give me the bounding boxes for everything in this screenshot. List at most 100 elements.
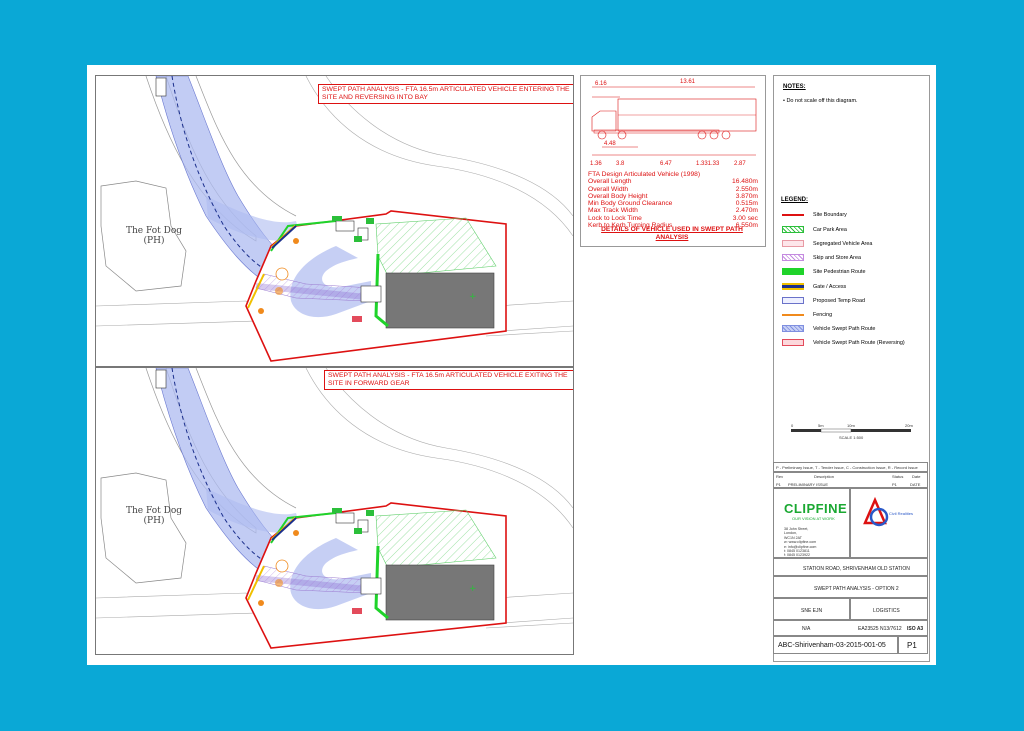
revision-key: P - Preliminary Issue, T - Tender Issue,… [776,465,918,470]
spec-label: Overall Body Height [588,192,648,200]
project-box: STATION ROAD, SHRIVENHAM OLD STATION [773,558,928,576]
site-plan-exiting: + SWEPT PATH ANALYSIS - FTA 16.5m ARTICU… [95,367,574,655]
scale-label: SCALE 1:500 [839,435,864,440]
legend-label: Site Pedestrian Route [813,269,866,275]
spec-value: 2.470m [735,207,758,215]
plan-title: SWEPT PATH ANALYSIS - FTA 16.5m ARTICULA… [318,84,573,104]
spec-value: 3.00 sec [732,214,758,222]
vehicle-name: FTA Design Articulated Vehicle (1998) [588,171,701,178]
drawing-title: SWEPT PATH ANALYSIS - OPTION 2 [814,586,899,592]
company-tagline: OUR VISION AT WORK [792,516,835,521]
dim-d5: 2.87 [734,161,746,167]
spec-row: Min Body Ground Clearance 0.515m [588,200,758,207]
vehicle-specs: FTA Design Articulated Vehicle (1998) Ov… [588,171,758,229]
site-plan-drawing: + [96,76,573,362]
legend-item: Skip and Store Area [782,253,922,263]
drawing-number: ABC-Shirivenham-03-2015-001-05 [778,642,886,649]
pub-label: The Fot Dog (PH) [126,506,182,526]
legend-item: Gate / Access [782,282,922,292]
vehicle-caption: DETAILS OF VEHICLE USED IN SWEPT PATH AN… [601,226,743,241]
spec-row: Overall Width 2.550m [588,186,758,193]
rev-cell: P1 [776,482,781,487]
legend-label: Skip and Store Area [813,255,861,261]
legend-title: LEGEND: [781,197,808,203]
plan-title: SWEPT PATH ANALYSIS - FTA 16.5m ARTICULA… [324,370,573,390]
drawing-title-box: SWEPT PATH ANALYSIS - OPTION 2 [773,576,928,598]
vehicle-diagram: 6.16 13.61 4.48 1.36 3.8 6.47 1.331.33 2… [590,79,757,167]
note-text: • Do not scale off this diagram. [783,98,858,104]
legend-swatch [782,325,804,332]
company-address: 38 John Street, London, WC1N 2AT w: www.cli… [784,527,816,558]
legend-swatch [782,339,804,346]
details-row: N/A EA23525 N13/7612 ISO A3 [773,620,928,636]
legend-item: Fencing [782,310,922,320]
spec-value: 0.515m [735,200,758,208]
dim-d1: 1.36 [590,161,602,167]
pub-suffix: (PH) [143,516,165,526]
legend-label: Fencing [813,312,833,318]
legend-label: Segregated Vehicle Area [813,241,873,247]
spec-label: Min Body Ground Clearance [588,200,673,208]
spec-value: 2.550m [735,185,758,193]
legend-swatch [782,226,804,233]
legend-swatch [782,283,804,290]
dim-d2: 3.8 [616,161,625,167]
revision-box: P1 [898,636,928,654]
legend-swatch [782,297,804,304]
legend-item: Segregated Vehicle Area [782,239,922,249]
revision: P1 [907,641,917,650]
drawn-box: SNE EJN [773,598,850,620]
legend-swatch [782,214,804,216]
client-block: Civil Realities [850,488,928,558]
pub-name: The Fot Dog [126,226,183,236]
legend-item: Car Park Area [782,225,922,235]
spec-label: Overall Length [588,178,632,186]
legend-item: Site Pedestrian Route [782,267,922,277]
dim-front: 6.16 [595,81,607,87]
pub-suffix: (PH) [143,236,165,246]
legend-item: Vehicle Swept Path Route (Reversing) [782,338,922,348]
scale-value: N/A [802,626,811,632]
scale-tick: 0 [791,423,794,428]
scale-tick: 5m [818,423,824,428]
legend-label: Vehicle Swept Path Route (Reversing) [813,340,905,346]
legend-label: Proposed Temp Road [813,298,866,304]
rev-header: Date [912,474,921,479]
rev-header: Rev [776,474,784,479]
rev-cell: P1 [892,482,897,487]
notes-title: NOTES: [783,84,806,90]
legend-label: Site Boundary [813,212,847,218]
address-line: w: www.clipfine.com [784,540,817,545]
discipline: LOGISTICS [873,608,900,614]
dim-cab: 4.48 [604,141,616,147]
spec-row: Lock to Lock Time 3.00 sec [588,215,758,222]
discipline-box: LOGISTICS [850,598,928,620]
project-name: STATION ROAD, SHRIVENHAM OLD STATION [803,566,910,572]
drawing-number-box: ABC-Shirivenham-03-2015-001-05 [773,636,898,654]
spec-label: Lock to Lock Time [588,214,642,222]
spec-row: Overall Body Height 3.870m [588,193,758,200]
legend-label: Vehicle Swept Path Route [813,326,876,332]
legend-label: Car Park Area [813,227,847,233]
rev-cell: DATE [910,482,921,487]
paper-size: ISO A3 [907,626,924,632]
legend-swatch [782,268,804,275]
svg-text:+: + [469,584,477,594]
legend-item: Proposed Temp Road [782,296,922,306]
drawing-sheet: + SWEPT PATH ANALYSIS - FTA 16.5m ARTICU… [87,65,936,665]
rev-cell: PRELIMINARY ISSUE [788,482,829,487]
spec-label: Overall Width [588,185,629,193]
legend-swatch [782,314,804,316]
spec-value: 3.870m [735,192,758,200]
revision-key-box: P - Preliminary Issue, T - Tender Issue,… [773,462,928,472]
rev-header: Description [814,474,835,479]
legend-item: Site Boundary [782,210,922,220]
scale-tick: 10m [847,423,855,428]
spec-row: Overall Length 16.480m [588,178,758,185]
site-plan-entering: + SWEPT PATH ANALYSIS - FTA 16.5m ARTICU… [95,75,574,367]
legend-swatch [782,254,804,261]
pub-label: The Fot Dog (PH) [126,226,182,246]
legend-label: Gate / Access [813,284,847,290]
drawing-ref: EA23525 N13/7612 [858,626,902,632]
legend-item: Vehicle Swept Path Route [782,324,922,334]
